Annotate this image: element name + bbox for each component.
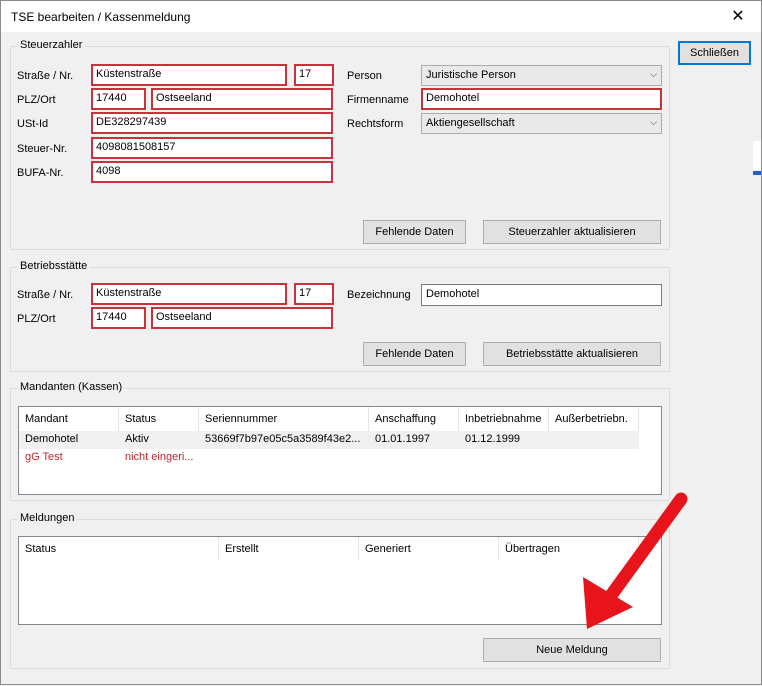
label-strasse: Straße / Nr.: [17, 70, 74, 82]
bs-ort-field[interactable]: Ostseeland: [151, 307, 333, 329]
person-select-value: Juristische Person: [426, 69, 516, 81]
close-button[interactable]: Schließen: [678, 41, 751, 65]
dialog-window: TSE bearbeiten / Kassenmeldung ✕ Schließ…: [0, 0, 762, 685]
label-plz-ort: PLZ/Ort: [17, 94, 56, 106]
background-window-edge: [753, 141, 761, 201]
label-ustid: USt-Id: [17, 118, 49, 130]
column-header-ausserbetriebnahme[interactable]: Außerbetriebn.: [549, 407, 639, 431]
label-person: Person: [347, 70, 382, 82]
column-header-status[interactable]: Status: [119, 407, 199, 431]
betriebsstaette-aktualisieren-button[interactable]: Betriebsstätte aktualisieren: [483, 342, 661, 366]
ustid-field[interactable]: DE328297439: [91, 112, 333, 134]
chevron-down-icon: ⌵: [650, 69, 657, 79]
close-icon[interactable]: ✕: [715, 1, 761, 32]
hausnummer-field[interactable]: 17: [294, 64, 334, 86]
bs-strasse-field[interactable]: Küstenstraße: [91, 283, 287, 305]
cell-inbetriebnahme: 01.12.1999: [465, 433, 521, 445]
label-bs-strasse: Straße / Nr.: [17, 289, 74, 301]
bezeichnung-field[interactable]: Demohotel: [421, 284, 662, 306]
table-row[interactable]: gG Test nicht eingeri...: [19, 449, 639, 467]
label-bs-plz-ort: PLZ/Ort: [17, 313, 56, 325]
person-select[interactable]: Juristische Person ⌵: [421, 65, 662, 86]
neue-meldung-button[interactable]: Neue Meldung: [483, 638, 661, 662]
column-header-mandant[interactable]: Mandant: [19, 407, 119, 431]
background-strip-segment: [753, 141, 761, 171]
column-header-status[interactable]: Status: [19, 537, 219, 561]
background-strip-accent: [753, 171, 761, 175]
label-bufa: BUFA-Nr.: [17, 167, 64, 179]
group-betriebsstaette-legend: Betriebsstätte: [17, 260, 91, 272]
window-title: TSE bearbeiten / Kassenmeldung: [11, 10, 191, 24]
steuerzahler-fehlende-daten-button[interactable]: Fehlende Daten: [363, 220, 466, 244]
label-rechtsform: Rechtsform: [347, 118, 404, 130]
strasse-field[interactable]: Küstenstraße: [91, 64, 287, 86]
cell-seriennummer: 53669f7b97e05c5a3589f43e2...: [205, 433, 361, 445]
label-steuernr: Steuer-Nr.: [17, 143, 68, 155]
group-mandanten-legend: Mandanten (Kassen): [17, 381, 126, 393]
column-header-erstellt[interactable]: Erstellt: [219, 537, 359, 561]
steuernr-field[interactable]: 4098081508157: [91, 137, 333, 159]
label-firmenname: Firmenname: [347, 94, 409, 106]
label-bezeichnung: Bezeichnung: [347, 289, 411, 301]
column-header-uebertragen[interactable]: Übertragen: [499, 537, 639, 561]
column-header-generiert[interactable]: Generiert: [359, 537, 499, 561]
column-header-inbetriebnahme[interactable]: Inbetriebnahme: [459, 407, 549, 431]
betriebsstaette-fehlende-daten-button[interactable]: Fehlende Daten: [363, 342, 466, 366]
column-header-seriennummer[interactable]: Seriennummer: [199, 407, 369, 431]
cell-anschaffung: 01.01.1997: [375, 433, 431, 445]
steuerzahler-aktualisieren-button[interactable]: Steuerzahler aktualisieren: [483, 220, 661, 244]
group-meldungen-legend: Meldungen: [17, 512, 78, 524]
rechtsform-select[interactable]: Aktiengesellschaft ⌵: [421, 113, 662, 134]
mandanten-list[interactable]: Mandant Status Seriennummer Anschaffung …: [18, 406, 662, 495]
bufa-field[interactable]: 4098: [91, 161, 333, 183]
chevron-down-icon: ⌵: [650, 117, 657, 127]
ort-field[interactable]: Ostseeland: [151, 88, 333, 110]
cell-status: nicht eingeri...: [125, 451, 194, 463]
cell-mandant: gG Test: [25, 451, 63, 463]
plz-field[interactable]: 17440: [91, 88, 146, 110]
table-row[interactable]: Demohotel Aktiv 53669f7b97e05c5a3589f43e…: [19, 431, 639, 449]
firmenname-field[interactable]: Demohotel: [421, 88, 662, 110]
column-header-anschaffung[interactable]: Anschaffung: [369, 407, 459, 431]
rechtsform-select-value: Aktiengesellschaft: [426, 117, 515, 129]
bs-hausnummer-field[interactable]: 17: [294, 283, 334, 305]
bs-plz-field[interactable]: 17440: [91, 307, 146, 329]
title-bar: TSE bearbeiten / Kassenmeldung ✕: [1, 1, 761, 32]
cell-status: Aktiv: [125, 433, 149, 445]
meldungen-list[interactable]: Status Erstellt Generiert Übertragen: [18, 536, 662, 625]
group-steuerzahler-legend: Steuerzahler: [17, 39, 86, 51]
cell-mandant: Demohotel: [25, 433, 79, 445]
